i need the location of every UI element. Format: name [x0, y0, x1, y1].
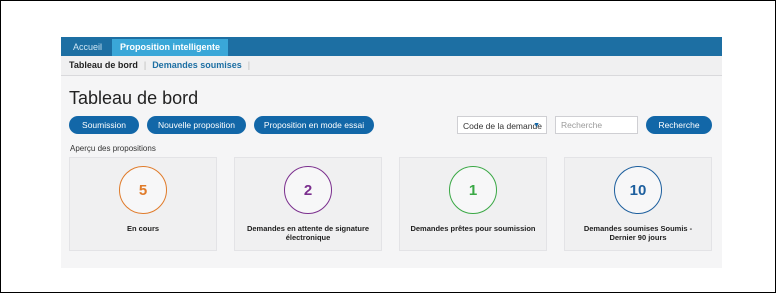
card-demandes-soumises[interactable]: 10 Demandes soumises Soumis - Dernier 90… — [564, 157, 712, 251]
card-label: En cours — [126, 224, 160, 233]
action-bar: Soumission Nouvelle proposition Proposit… — [61, 116, 722, 138]
card-pretes-soumission[interactable]: 1 Demandes prêtes pour soumission — [399, 157, 547, 251]
search-input[interactable] — [555, 116, 638, 134]
count-circle: 10 — [614, 166, 662, 214]
screenshot-frame: Accueil Proposition intelligente Tableau… — [0, 0, 776, 293]
card-en-cours[interactable]: 5 En cours — [69, 157, 217, 251]
breadcrumb-separator: | — [143, 60, 147, 70]
code-demande-select[interactable]: Code de la demande ▼ — [457, 116, 547, 134]
page-title: Tableau de bord — [69, 88, 199, 108]
overview-cards: 5 En cours 2 Demandes en attente de sign… — [61, 157, 722, 257]
tab-accueil[interactable]: Accueil — [65, 39, 110, 56]
count-circle: 1 — [449, 166, 497, 214]
card-attente-signature[interactable]: 2 Demandes en attente de signature élect… — [234, 157, 382, 251]
tab-proposition-intelligente[interactable]: Proposition intelligente — [112, 39, 229, 56]
card-label: Demandes soumises Soumis - Dernier 90 jo… — [583, 224, 693, 242]
recherche-button[interactable]: Recherche — [646, 116, 712, 134]
breadcrumb-tableau-de-bord[interactable]: Tableau de bord — [69, 60, 138, 70]
caret-down-icon: ▼ — [533, 122, 540, 129]
top-nav-bar: Accueil Proposition intelligente — [61, 37, 722, 56]
soumission-button[interactable]: Soumission — [69, 116, 139, 134]
code-demande-select-value: Code de la demande — [463, 121, 542, 131]
proposition-mode-essai-button[interactable]: Proposition en mode essai — [254, 116, 374, 134]
nouvelle-proposition-button[interactable]: Nouvelle proposition — [147, 116, 246, 134]
count-circle: 5 — [119, 166, 167, 214]
card-label: Demandes en attente de signature électro… — [246, 224, 370, 242]
breadcrumb-demandes-soumises[interactable]: Demandes soumises — [152, 60, 242, 70]
breadcrumb-separator-trailing: | — [247, 60, 251, 70]
app-window: Accueil Proposition intelligente Tableau… — [61, 37, 722, 268]
count-circle: 2 — [284, 166, 332, 214]
breadcrumb: Tableau de bord | Demandes soumises | — [61, 56, 722, 76]
overview-label: Aperçu des propositions — [70, 144, 156, 153]
card-label: Demandes prêtes pour soumission — [410, 224, 536, 233]
